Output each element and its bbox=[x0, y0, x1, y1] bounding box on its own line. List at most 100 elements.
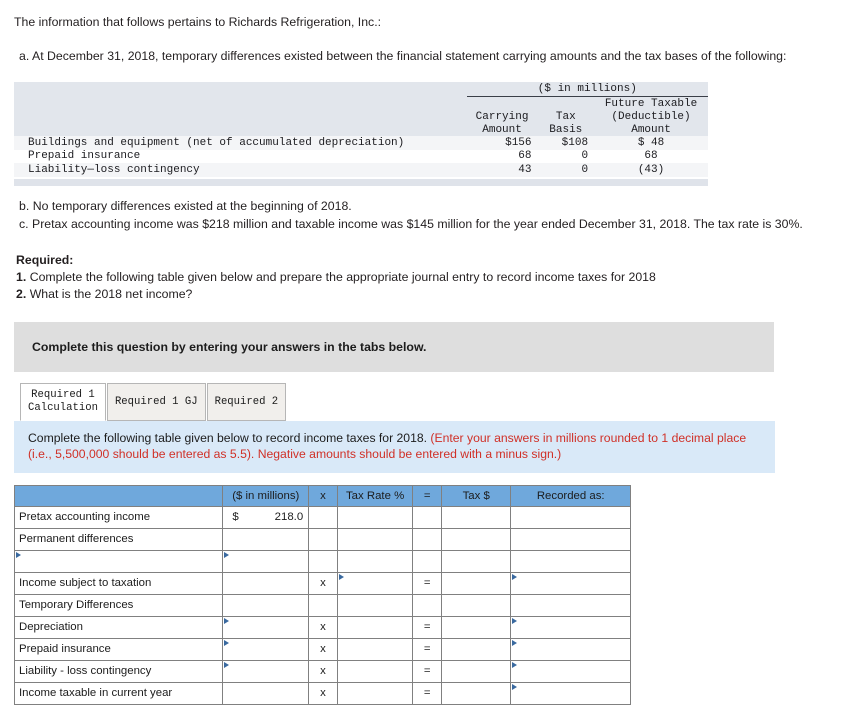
comment-marker-icon bbox=[224, 617, 230, 624]
instruction-note: Complete the following table given below… bbox=[14, 420, 775, 473]
grid-cell-tax-rate[interactable] bbox=[336, 527, 414, 551]
grid-row-permanent-differences: Permanent differences bbox=[13, 527, 631, 551]
comment-marker-icon bbox=[338, 573, 344, 580]
grid-cell-amount[interactable] bbox=[222, 527, 310, 551]
grid-header-recorded-as: Recorded as: bbox=[510, 484, 631, 507]
facts-header-spacer-1 bbox=[14, 96, 467, 111]
facts-row: Buildings and equipment (net of accumula… bbox=[14, 136, 708, 150]
grid-cell-tax-rate[interactable] bbox=[336, 659, 414, 683]
facts-caption-spacer bbox=[14, 82, 467, 97]
grid-cell-tax-rate[interactable] bbox=[336, 571, 414, 595]
grid-cell-label-input[interactable] bbox=[13, 549, 224, 573]
tab-required-1-gj[interactable]: Required 1 GJ bbox=[106, 382, 206, 421]
instruction-note-main: Complete the following table given below… bbox=[28, 430, 431, 445]
facts-table: ($ in millions) Future Taxable Carrying … bbox=[14, 82, 708, 177]
grid-cell-amount[interactable] bbox=[222, 681, 310, 705]
grid-cell-recorded-as[interactable] bbox=[510, 571, 631, 595]
facts-row-basis: 0 bbox=[537, 163, 595, 177]
required-heading: Required: bbox=[16, 252, 74, 267]
grid-cell-multiply: x bbox=[308, 637, 338, 661]
tab-required-2-label: Required 2 bbox=[214, 395, 279, 408]
facts-header-spacer-2 bbox=[14, 110, 467, 124]
tab-required-1-calculation[interactable]: Required 1 Calculation bbox=[20, 382, 106, 421]
grid-cell-amount[interactable] bbox=[222, 549, 310, 573]
grid-header-row: ($ in millions) x Tax Rate % = Tax $ Rec… bbox=[13, 484, 631, 507]
grid-cell-recorded-as[interactable] bbox=[510, 681, 631, 705]
grid-cell-equals: = bbox=[412, 637, 442, 661]
grid-cell-tax-dollars[interactable] bbox=[440, 659, 512, 683]
intro-item-b-marker: b. bbox=[19, 198, 30, 213]
grid-cell-amount[interactable] bbox=[222, 571, 310, 595]
grid-cell-multiply: x bbox=[308, 659, 338, 683]
tab-strip: Required 1 Calculation Required 1 GJ Req… bbox=[20, 382, 854, 421]
comment-marker-icon bbox=[512, 617, 518, 624]
required-item-1-number: 1. bbox=[16, 269, 27, 284]
tax-calculation-grid: ($ in millions) x Tax Rate % = Tax $ Rec… bbox=[13, 484, 631, 705]
intro-item-a: a. At December 31, 2018, temporary diffe… bbox=[14, 48, 834, 65]
grid-cell-recorded-as[interactable] bbox=[510, 505, 631, 529]
facts-header-row-2: Carrying Tax (Deductible) bbox=[14, 110, 708, 124]
required-item-2: 2. What is the 2018 net income? bbox=[16, 286, 838, 303]
grid-row-label: Depreciation bbox=[13, 615, 224, 639]
grid-cell-recorded-as[interactable] bbox=[510, 549, 631, 573]
tab-required-2[interactable]: Required 2 bbox=[206, 382, 287, 421]
grid-cell-tax-rate[interactable] bbox=[336, 681, 414, 705]
grid-header-equals: = bbox=[412, 484, 442, 507]
grid-cell-amount[interactable] bbox=[222, 637, 310, 661]
grid-cell-tax-dollars[interactable] bbox=[440, 571, 512, 595]
grid-cell-recorded-as[interactable] bbox=[510, 527, 631, 551]
grid-cell-tax-dollars[interactable] bbox=[440, 549, 512, 573]
grid-cell-tax-dollars[interactable] bbox=[440, 637, 512, 661]
facts-header-spacer-3 bbox=[14, 123, 467, 137]
grid-row-label: Temporary Differences bbox=[13, 593, 224, 617]
facts-header-basis-blank bbox=[537, 96, 595, 111]
facts-header-row-3: Amount Basis Amount bbox=[14, 123, 708, 137]
intro-item-b-text: No temporary differences existed at the … bbox=[32, 198, 352, 213]
grid-row-temporary-differences: Temporary Differences bbox=[13, 593, 631, 617]
grid-cell-equals: = bbox=[412, 681, 442, 705]
tax-calculation-grid-wrap: ($ in millions) x Tax Rate % = Tax $ Rec… bbox=[13, 484, 854, 705]
facts-header-carry-blank bbox=[466, 96, 538, 111]
grid-cell-tax-dollars[interactable] bbox=[440, 527, 512, 551]
grid-cell-tax-dollars[interactable] bbox=[440, 505, 512, 529]
grid-cell-amount[interactable] bbox=[222, 615, 310, 639]
grid-cell-tax-rate[interactable] bbox=[336, 615, 414, 639]
comment-marker-icon bbox=[16, 551, 21, 558]
grid-cell-tax-rate[interactable] bbox=[336, 549, 414, 573]
grid-cell-tax-dollars[interactable] bbox=[440, 615, 512, 639]
facts-row-label: Liability—loss contingency bbox=[14, 163, 467, 177]
grid-header-multiply: x bbox=[308, 484, 338, 507]
grid-cell-tax-dollars[interactable] bbox=[440, 593, 512, 617]
grid-cell-amount[interactable]: $218.0 bbox=[222, 505, 310, 529]
grid-cell-recorded-as[interactable] bbox=[510, 593, 631, 617]
grid-row-prepaid-insurance: Prepaid insurance x = bbox=[13, 637, 631, 661]
grid-cell-recorded-as[interactable] bbox=[510, 615, 631, 639]
facts-caption: ($ in millions) bbox=[466, 82, 708, 98]
comment-marker-icon bbox=[512, 683, 518, 690]
grid-cell-tax-rate[interactable] bbox=[336, 505, 414, 529]
required-item-2-number: 2. bbox=[16, 286, 27, 301]
facts-row-future: (43) bbox=[594, 163, 708, 177]
facts-header-basis-line1: Tax bbox=[537, 110, 595, 124]
grid-row-label: Permanent differences bbox=[13, 527, 224, 551]
comment-marker-icon bbox=[224, 551, 230, 558]
grid-cell-multiply: x bbox=[308, 681, 338, 705]
grid-cell-recorded-as[interactable] bbox=[510, 659, 631, 683]
grid-cell-tax-rate[interactable] bbox=[336, 593, 414, 617]
intro-item-a-text: At December 31, 2018, temporary differen… bbox=[32, 48, 787, 63]
question-callout-text: Complete this question by entering your … bbox=[32, 339, 427, 354]
grid-cell-recorded-as[interactable] bbox=[510, 637, 631, 661]
required-item-1: 1. Complete the following table given be… bbox=[16, 269, 838, 286]
grid-cell-multiply: x bbox=[308, 571, 338, 595]
grid-row-liability-loss-contingency: Liability - loss contingency x = bbox=[13, 659, 631, 683]
grid-cell-amount-value: 218.0 bbox=[274, 511, 304, 524]
grid-row-label: Income taxable in current year bbox=[13, 681, 224, 705]
grid-cell-tax-rate[interactable] bbox=[336, 637, 414, 661]
grid-cell-amount[interactable] bbox=[222, 659, 310, 683]
grid-cell-tax-dollars[interactable] bbox=[440, 681, 512, 705]
comment-marker-icon bbox=[224, 639, 230, 646]
grid-cell-amount[interactable] bbox=[222, 593, 310, 617]
intro-prose: The information that follows pertains to… bbox=[0, 0, 854, 64]
grid-row-pretax-accounting-income: Pretax accounting income $218.0 bbox=[13, 505, 631, 529]
facts-row-basis: $108 bbox=[537, 136, 595, 150]
